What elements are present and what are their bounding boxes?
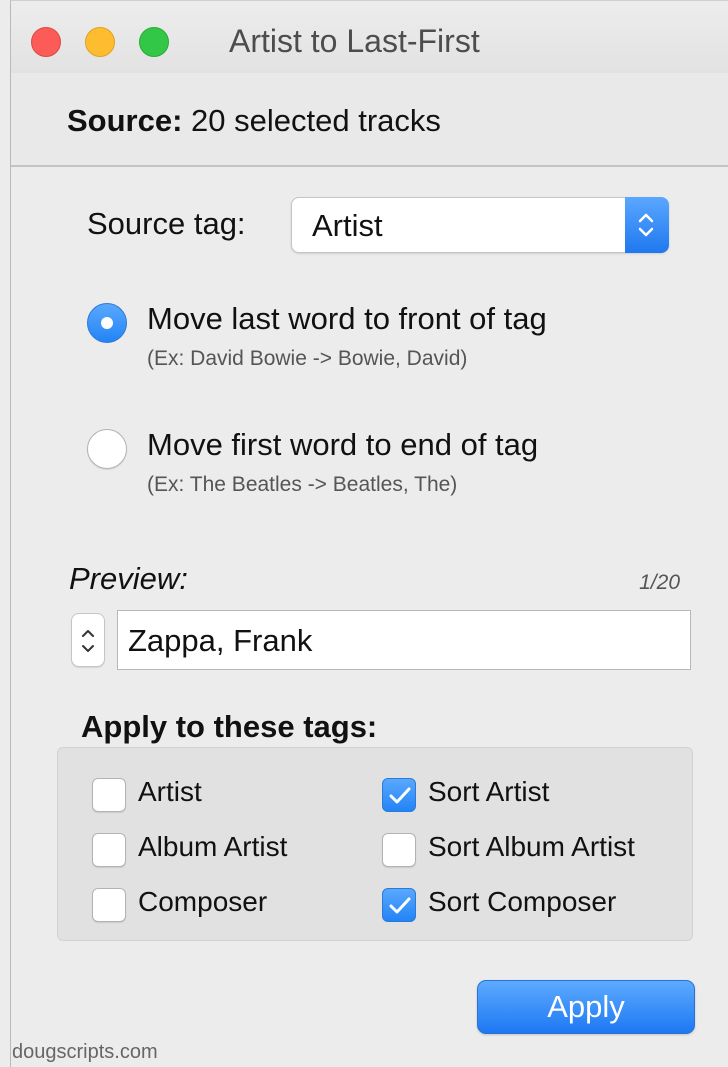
- footer-credit: dougscripts.com: [12, 1041, 158, 1063]
- source-tag-value: Artist: [312, 208, 383, 243]
- source-label: Source:: [67, 103, 183, 138]
- apply-button[interactable]: Apply: [477, 980, 695, 1034]
- checkbox-label: Sort Artist: [428, 776, 550, 807]
- checkmark-icon: [389, 787, 411, 804]
- apply-tags-heading: Apply to these tags:: [81, 709, 378, 744]
- close-window-button[interactable]: [31, 27, 61, 57]
- radio-example: (Ex: The Beatles -> Beatles, The): [147, 473, 458, 496]
- select-arrows-icon: [625, 197, 669, 253]
- checkbox-album-artist[interactable]: [92, 833, 126, 867]
- minimize-window-button[interactable]: [85, 27, 115, 57]
- checkbox-sort-album-artist[interactable]: [382, 833, 416, 867]
- checkbox-sort-artist[interactable]: [382, 778, 416, 812]
- title-bar: Artist to Last-First: [11, 1, 728, 74]
- checkbox-sort-composer[interactable]: [382, 888, 416, 922]
- checkbox-label: Sort Composer: [428, 886, 617, 917]
- source-tag-select[interactable]: Artist: [291, 197, 669, 253]
- zoom-window-button[interactable]: [139, 27, 169, 57]
- radio-first-word-end[interactable]: [87, 429, 127, 469]
- preview-field[interactable]: Zappa, Frank: [117, 610, 691, 670]
- preview-count: 1/20: [639, 571, 680, 594]
- source-info: Source: 20 selected tracks: [67, 103, 441, 139]
- preview-value: Zappa, Frank: [128, 623, 313, 658]
- window-title: Artist to Last-First: [229, 23, 480, 59]
- source-bar: Source: 20 selected tracks: [11, 73, 728, 167]
- radio-label: Move last word to front of tag: [147, 301, 547, 336]
- preview-label: Preview:: [69, 561, 188, 596]
- radio-label: Move first word to end of tag: [147, 427, 539, 462]
- checkbox-composer[interactable]: [92, 888, 126, 922]
- source-tag-label: Source tag:: [87, 206, 246, 241]
- source-value: 20 selected tracks: [191, 103, 441, 138]
- checkmark-icon: [389, 897, 411, 914]
- radio-last-word-front[interactable]: [87, 303, 127, 343]
- checkbox-label: Composer: [138, 886, 268, 917]
- dialog-window: Artist to Last-First Source: 20 selected…: [10, 0, 728, 1067]
- checkbox-artist[interactable]: [92, 778, 126, 812]
- checkbox-label: Sort Album Artist: [428, 831, 635, 862]
- preview-stepper[interactable]: [71, 613, 105, 667]
- checkbox-label: Album Artist: [138, 831, 288, 862]
- apply-tags-panel: Artist Album Artist Composer Sort Artist…: [57, 747, 693, 941]
- checkbox-label: Artist: [138, 776, 202, 807]
- radio-example: (Ex: David Bowie -> Bowie, David): [147, 347, 468, 370]
